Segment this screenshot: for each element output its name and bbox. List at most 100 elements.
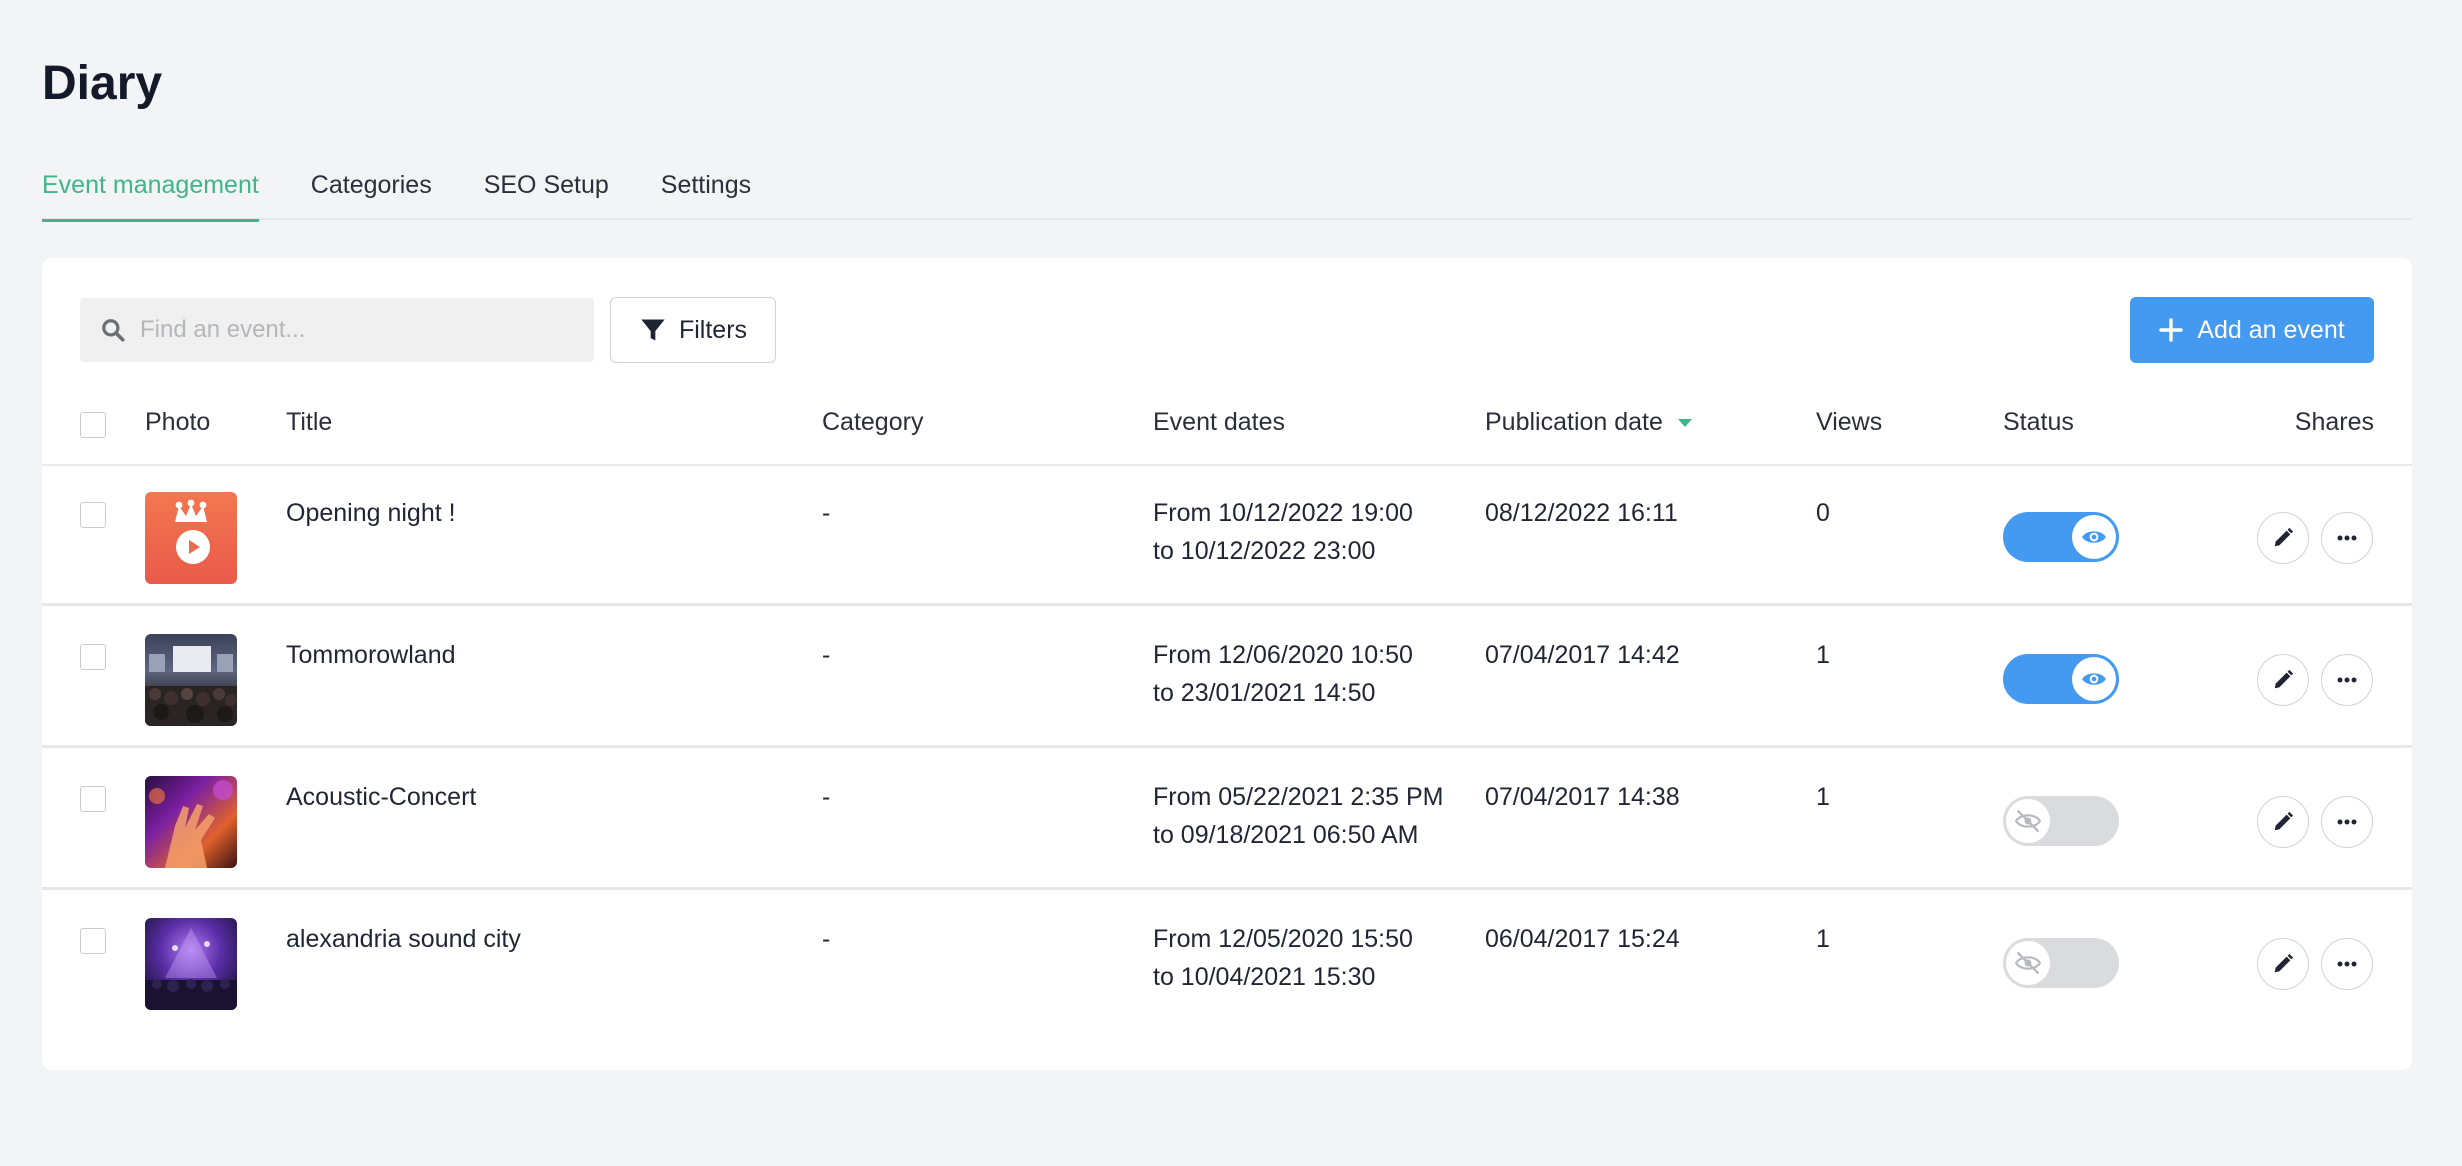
more-button[interactable] bbox=[2321, 938, 2373, 990]
plus-icon bbox=[2159, 318, 2184, 342]
edit-button[interactable] bbox=[2257, 654, 2309, 706]
status-toggle[interactable] bbox=[2003, 512, 2119, 562]
search-input[interactable] bbox=[140, 316, 560, 344]
row-checkbox[interactable] bbox=[80, 786, 106, 812]
column-publication-date[interactable]: Publication date bbox=[1485, 408, 1693, 437]
publication-date: 08/12/2022 16:11 bbox=[1485, 499, 1678, 527]
event-category: - bbox=[822, 641, 831, 669]
event-dates: From 12/05/2020 15:50 to 10/04/2021 15:3… bbox=[1153, 920, 1413, 996]
event-thumbnail[interactable] bbox=[145, 776, 237, 868]
crowd-photo-icon bbox=[145, 928, 237, 1010]
more-dots-icon bbox=[2337, 819, 2357, 825]
toggle-knob bbox=[2072, 515, 2116, 559]
column-status: Status bbox=[2003, 408, 2074, 436]
table-row: Tommorowland - From 12/06/2020 10:50 to … bbox=[42, 608, 2412, 748]
column-photo: Photo bbox=[145, 408, 211, 436]
event-date-to: to 09/18/2021 06:50 AM bbox=[1153, 821, 1419, 849]
more-dots-icon bbox=[2337, 677, 2357, 683]
more-dots-icon bbox=[2337, 535, 2357, 541]
toggle-knob bbox=[2072, 657, 2116, 701]
eye-icon bbox=[2082, 673, 2106, 685]
views-count: 1 bbox=[1816, 783, 1830, 811]
views-count: 1 bbox=[1816, 925, 1830, 953]
concert-photo-icon bbox=[145, 646, 237, 726]
more-button[interactable] bbox=[2321, 796, 2373, 848]
pencil-icon bbox=[2274, 669, 2294, 689]
more-button[interactable] bbox=[2321, 654, 2373, 706]
table-row: Opening night ! - From 10/12/2022 19:00 … bbox=[42, 466, 2412, 606]
tab-seo-setup[interactable]: SEO Setup bbox=[484, 168, 609, 220]
tab-event-management[interactable]: Event management bbox=[42, 168, 259, 222]
filters-button-label: Filters bbox=[678, 315, 748, 344]
column-title: Title bbox=[286, 408, 333, 436]
column-shares: Shares bbox=[2294, 408, 2374, 436]
sort-desc-icon bbox=[1677, 418, 1692, 427]
event-date-from: From 05/22/2021 2:35 PM bbox=[1153, 783, 1444, 811]
edit-button[interactable] bbox=[2257, 512, 2309, 564]
event-date-to: to 23/01/2021 14:50 bbox=[1153, 679, 1376, 707]
row-checkbox[interactable] bbox=[80, 928, 106, 954]
tab-categories[interactable]: Categories bbox=[311, 168, 432, 220]
table-row: Acoustic-Concert - From 05/22/2021 2:35 … bbox=[42, 750, 2412, 890]
event-thumbnail[interactable] bbox=[145, 492, 237, 584]
event-title[interactable]: Opening night ! bbox=[286, 494, 456, 532]
publication-date: 06/04/2017 15:24 bbox=[1485, 925, 1680, 953]
event-date-from: From 12/05/2020 15:50 bbox=[1153, 925, 1413, 953]
hand-photo-icon bbox=[149, 780, 233, 868]
column-event-dates: Event dates bbox=[1153, 408, 1286, 436]
event-dates: From 12/06/2020 10:50 to 23/01/2021 14:5… bbox=[1153, 636, 1413, 712]
pencil-icon bbox=[2274, 811, 2294, 831]
edit-button[interactable] bbox=[2257, 796, 2309, 848]
search-box bbox=[80, 298, 594, 362]
event-date-to: to 10/12/2022 23:00 bbox=[1153, 537, 1376, 565]
event-title[interactable]: Tommorowland bbox=[286, 636, 456, 674]
eye-off-icon bbox=[2015, 810, 2041, 832]
toggle-knob bbox=[2006, 941, 2050, 985]
events-card: Filters Add an event Photo Title Categor… bbox=[42, 258, 2412, 1070]
select-all-checkbox[interactable] bbox=[80, 412, 106, 438]
status-toggle[interactable] bbox=[2003, 796, 2119, 846]
event-category: - bbox=[822, 783, 831, 811]
filter-icon bbox=[641, 319, 665, 341]
event-thumbnail[interactable] bbox=[145, 918, 237, 1010]
row-checkbox[interactable] bbox=[80, 502, 106, 528]
event-dates: From 10/12/2022 19:00 to 10/12/2022 23:0… bbox=[1153, 494, 1413, 570]
page-title: Diary bbox=[42, 57, 163, 110]
publication-date: 07/04/2017 14:42 bbox=[1485, 641, 1680, 669]
eye-off-icon bbox=[2015, 952, 2041, 974]
publication-date: 07/04/2017 14:38 bbox=[1485, 783, 1680, 811]
event-date-from: From 12/06/2020 10:50 bbox=[1153, 641, 1413, 669]
views-count: 1 bbox=[1816, 641, 1830, 669]
more-dots-icon bbox=[2337, 961, 2357, 967]
table-header: Photo Title Category Event dates Publica… bbox=[42, 398, 2412, 466]
event-title[interactable]: Acoustic-Concert bbox=[286, 778, 476, 816]
event-date-to: to 10/04/2021 15:30 bbox=[1153, 963, 1376, 991]
views-count: 0 bbox=[1816, 499, 1830, 527]
event-title[interactable]: alexandria sound city bbox=[286, 920, 521, 958]
eye-icon bbox=[2082, 531, 2106, 543]
more-button[interactable] bbox=[2321, 512, 2373, 564]
event-category: - bbox=[822, 925, 831, 953]
add-event-button[interactable]: Add an event bbox=[2130, 297, 2374, 363]
status-toggle[interactable] bbox=[2003, 938, 2119, 988]
filters-button[interactable]: Filters bbox=[610, 297, 776, 363]
event-date-from: From 10/12/2022 19:00 bbox=[1153, 499, 1413, 527]
event-category: - bbox=[822, 499, 831, 527]
tab-settings[interactable]: Settings bbox=[661, 168, 751, 220]
edit-button[interactable] bbox=[2257, 938, 2309, 990]
event-dates: From 05/22/2021 2:35 PM to 09/18/2021 06… bbox=[1153, 778, 1443, 854]
column-views: Views bbox=[1816, 408, 1883, 436]
add-event-button-label: Add an event bbox=[2197, 315, 2345, 344]
pencil-icon bbox=[2274, 953, 2294, 973]
pencil-icon bbox=[2274, 527, 2294, 547]
logo-icon bbox=[175, 499, 210, 564]
row-checkbox[interactable] bbox=[80, 644, 106, 670]
event-thumbnail[interactable] bbox=[145, 634, 237, 726]
table-row: alexandria sound city - From 12/05/2020 … bbox=[42, 892, 2412, 1032]
tab-bar: Event management Categories SEO Setup Se… bbox=[42, 168, 2412, 222]
column-publication-date-label: Publication date bbox=[1485, 408, 1663, 436]
status-toggle[interactable] bbox=[2003, 654, 2119, 704]
column-category: Category bbox=[822, 408, 924, 436]
search-icon bbox=[102, 319, 125, 342]
toggle-knob bbox=[2006, 799, 2050, 843]
